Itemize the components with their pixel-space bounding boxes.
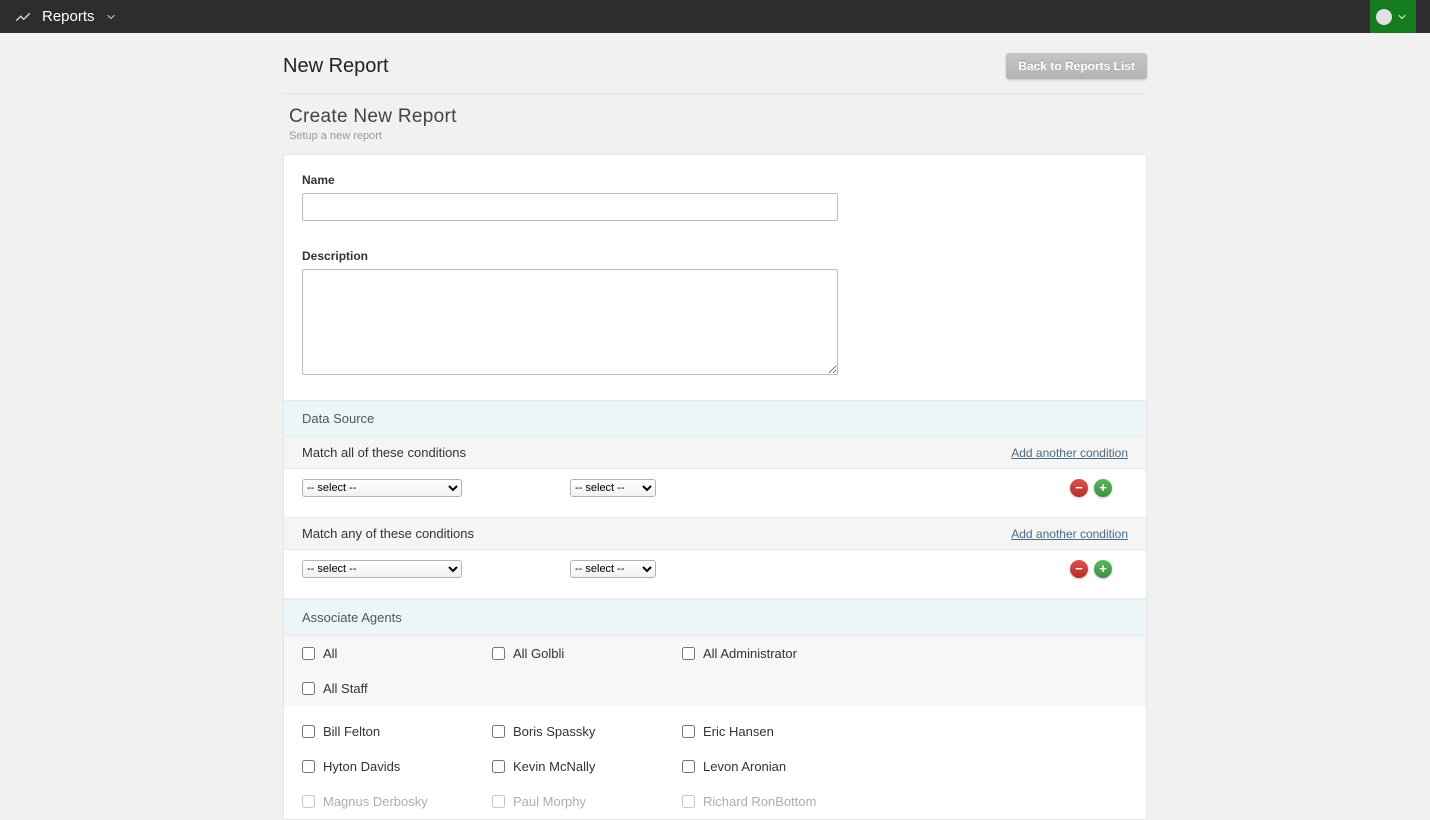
agent-checkbox-all-administrator[interactable]: All Administrator [682,642,872,665]
agents-list: All All Golbli All Administrator All Sta… [284,636,1146,819]
agent-checkbox[interactable]: Bill Felton [302,720,492,743]
agent-checkbox[interactable]: Kevin McNally [492,755,682,778]
agent-checkbox[interactable]: Hyton Davids [302,755,492,778]
page-header: New Report Back to Reports List [283,53,1147,94]
description-label: Description [302,249,1128,263]
add-condition-any-link[interactable]: Add another condition [1011,527,1128,541]
condition-op-select[interactable]: -- select -- [570,479,656,497]
agent-checkbox[interactable]: Eric Hansen [682,720,872,743]
agent-checkbox[interactable]: Levon Aronian [682,755,872,778]
add-condition-button[interactable]: + [1094,479,1112,497]
agent-group-row: All Staff [284,671,1146,706]
name-input[interactable] [302,193,838,221]
match-all-bar: Match all of these conditions Add anothe… [284,437,1146,469]
remove-condition-button-any[interactable]: − [1070,560,1088,578]
add-condition-button-any[interactable]: + [1094,560,1112,578]
remove-condition-button[interactable]: − [1070,479,1088,497]
top-bar: Reports [0,0,1430,33]
section-title: Create New Report [289,106,1147,128]
plus-icon: + [1099,480,1107,495]
agent-checkbox[interactable]: Magnus Derbosky [302,790,492,813]
condition-op-select-any[interactable]: -- select -- [570,560,656,578]
top-bar-left: Reports [14,8,117,26]
agent-person-row: Hyton Davids Kevin McNally Levon Aronian [284,749,1146,784]
condition-row-all: -- select -- -- select -- − + [284,469,1146,518]
name-label: Name [302,173,1128,187]
agent-checkbox[interactable]: Boris Spassky [492,720,682,743]
data-source-header: Data Source [284,400,1146,437]
back-to-reports-list-button[interactable]: Back to Reports List [1006,53,1147,79]
user-menu[interactable] [1370,0,1416,33]
agent-person-row: Magnus Derbosky Paul Morphy Richard RonB… [284,784,1146,819]
condition-row-any: -- select -- -- select -- − + [284,550,1146,599]
match-any-bar: Match any of these conditions Add anothe… [284,518,1146,550]
chevron-down-icon[interactable] [105,11,117,23]
page-body: New Report Back to Reports List Create N… [0,33,1430,820]
condition-field-select-any[interactable]: -- select -- [302,560,462,578]
associate-agents-header: Associate Agents [284,599,1146,636]
condition-field-select[interactable]: -- select -- [302,479,462,497]
plus-icon: + [1099,561,1107,576]
agent-person-row: Bill Felton Boris Spassky Eric Hansen [284,706,1146,749]
add-condition-all-link[interactable]: Add another condition [1011,446,1128,460]
agent-group-row: All All Golbli All Administrator [284,636,1146,671]
container: New Report Back to Reports List Create N… [283,53,1147,820]
avatar [1376,9,1392,25]
user-menu-chevron-icon [1396,11,1408,23]
description-input[interactable] [302,269,838,375]
agent-checkbox[interactable]: Paul Morphy [492,790,682,813]
top-bar-title[interactable]: Reports [42,8,95,25]
agent-checkbox-all-staff[interactable]: All Staff [302,677,492,700]
minus-icon: − [1075,480,1083,495]
reports-icon [14,8,32,26]
section-subtitle: Setup a new report [289,130,1147,142]
match-all-label: Match all of these conditions [302,445,466,460]
match-any-label: Match any of these conditions [302,526,474,541]
minus-icon: − [1075,561,1083,576]
agent-checkbox-all-golbli[interactable]: All Golbli [492,642,682,665]
agent-checkbox-all[interactable]: All [302,642,492,665]
page-title: New Report [283,55,389,78]
form-card: Name Description Data Source Match all o… [283,154,1147,820]
agent-checkbox[interactable]: Richard RonBottom [682,790,872,813]
